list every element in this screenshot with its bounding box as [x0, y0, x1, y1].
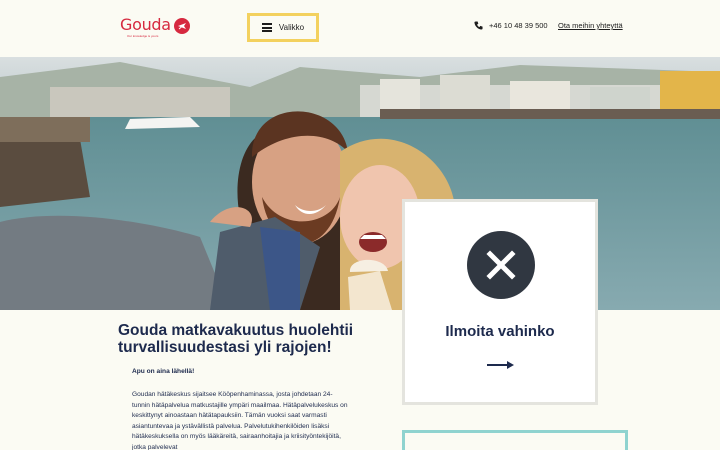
page-headline: Gouda matkavakuutus huolehtii turvallisu… — [118, 322, 354, 356]
phone-number: +46 10 48 39 500 — [489, 21, 548, 30]
hamburger-icon — [261, 23, 272, 32]
logo-plane-icon — [173, 18, 190, 34]
close-x-icon — [467, 231, 535, 299]
logo-tagline: Our knowledge is yours — [127, 34, 159, 38]
claim-card-title: Ilmoita vahinko — [445, 323, 555, 340]
gouda-logo[interactable]: Gouda Our knowledge is yours — [120, 15, 190, 38]
menu-label: Valikko — [278, 23, 305, 32]
arrow-right-icon — [487, 361, 514, 369]
phone-icon — [474, 21, 483, 30]
site-header: Gouda Our knowledge is yours Valikko +46… — [0, 0, 720, 57]
logo-text: Gouda — [120, 15, 171, 34]
hero-image — [0, 57, 720, 310]
phone-contact[interactable]: +46 10 48 39 500 — [474, 21, 548, 30]
menu-button[interactable]: Valikko — [247, 13, 319, 42]
secondary-card[interactable] — [402, 430, 628, 450]
body-paragraph: Goudan hätäkeskus sijaitsee Kööpenhamina… — [132, 391, 348, 450]
subheading: Apu on aina lähellä! — [132, 368, 195, 375]
report-claim-card[interactable]: Ilmoita vahinko — [402, 199, 598, 405]
contact-us-link[interactable]: Ota meihin yhteyttä — [558, 21, 623, 30]
